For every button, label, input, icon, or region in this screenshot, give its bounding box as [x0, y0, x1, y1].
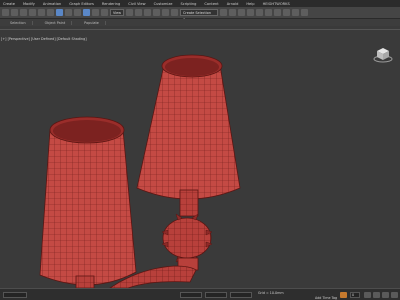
scale-icon[interactable]	[101, 9, 108, 16]
grid-size-label: Grid = 10.0mm	[258, 291, 284, 295]
menu-animation[interactable]: Animation	[43, 2, 61, 6]
menu-civil-view[interactable]: Civil View	[128, 2, 145, 6]
render-icon[interactable]	[301, 9, 309, 16]
frame-field[interactable]: 0	[350, 292, 360, 298]
tab-populate[interactable]: Populate	[78, 20, 106, 25]
select-by-name-icon[interactable]	[65, 9, 72, 16]
region-select-icon[interactable]	[74, 9, 81, 16]
filter-icon[interactable]	[47, 9, 54, 16]
menu-scripting[interactable]: Scripting	[180, 2, 196, 6]
y-coordinate-field[interactable]	[205, 292, 227, 298]
x-coordinate-field[interactable]	[180, 292, 202, 298]
align-icon[interactable]	[229, 9, 237, 16]
render-frame-icon[interactable]	[292, 9, 300, 16]
render-setup-icon[interactable]	[283, 9, 291, 16]
play-icon[interactable]	[364, 292, 371, 298]
graphite-icon[interactable]	[247, 9, 255, 16]
auto-key-button[interactable]	[340, 292, 347, 298]
menu-heightworks[interactable]: HEIGHTWORKS	[263, 2, 290, 6]
bind-icon[interactable]	[38, 9, 45, 16]
right-lamp-shade	[136, 54, 241, 200]
percent-snap-icon[interactable]	[153, 9, 161, 16]
tab-selection[interactable]: Selection	[4, 20, 33, 25]
status-bar: Grid = 10.0mm Add Time Tag 0	[0, 288, 400, 300]
angle-snap-icon[interactable]	[144, 9, 152, 16]
ribbon-tabs: Selection Object Paint Populate	[0, 19, 400, 26]
menu-customize[interactable]: Customize	[154, 2, 173, 6]
snap-icon[interactable]	[135, 9, 143, 16]
menu-modify[interactable]: Modify	[23, 2, 35, 6]
material-editor-icon[interactable]	[274, 9, 282, 16]
layer-icon[interactable]	[238, 9, 246, 16]
menu-content[interactable]: Content	[204, 2, 218, 6]
reference-coord-dropdown[interactable]: View	[110, 9, 125, 16]
menu-create[interactable]: Create	[3, 2, 15, 6]
add-time-tag-label[interactable]: Add Time Tag	[315, 296, 337, 300]
menu-help[interactable]: Help	[246, 2, 254, 6]
move-icon[interactable]	[83, 9, 90, 16]
selection-set-dropdown[interactable]: Create Selection Se	[180, 9, 219, 22]
menu-graph-editors[interactable]: Graph Editors	[69, 2, 94, 6]
z-coordinate-field[interactable]	[230, 292, 252, 298]
next-frame-icon[interactable]	[373, 292, 380, 298]
undo-icon[interactable]	[2, 9, 9, 16]
redo-icon[interactable]	[11, 9, 18, 16]
link-icon[interactable]	[20, 9, 27, 16]
spinner-snap-icon[interactable]	[162, 9, 170, 16]
edit-named-sets-icon[interactable]	[171, 9, 179, 16]
maxscript-listener[interactable]	[3, 292, 27, 298]
curve-editor-icon[interactable]	[256, 9, 264, 16]
tab-object-paint[interactable]: Object Paint	[39, 20, 73, 25]
right-lamp-stem	[161, 189, 213, 271]
schematic-icon[interactable]	[265, 9, 273, 16]
menu-rendering[interactable]: Rendering	[102, 2, 120, 6]
unlink-icon[interactable]	[29, 9, 36, 16]
pivot-icon[interactable]	[126, 9, 134, 16]
menu-bar: Create Modify Animation Graph Editors Re…	[0, 0, 400, 7]
zoom-extents-icon[interactable]	[382, 292, 389, 298]
rotate-icon[interactable]	[92, 9, 99, 16]
main-toolbar: View Create Selection Se	[0, 7, 400, 22]
pan-icon[interactable]	[391, 292, 398, 298]
mirror-icon[interactable]	[220, 9, 228, 16]
select-object-icon[interactable]	[56, 9, 63, 16]
menu-arnold[interactable]: Arnold	[227, 2, 239, 6]
left-lamp-shade	[39, 116, 137, 286]
viewport-scene[interactable]	[0, 30, 400, 288]
left-lamp-stem	[75, 275, 95, 288]
